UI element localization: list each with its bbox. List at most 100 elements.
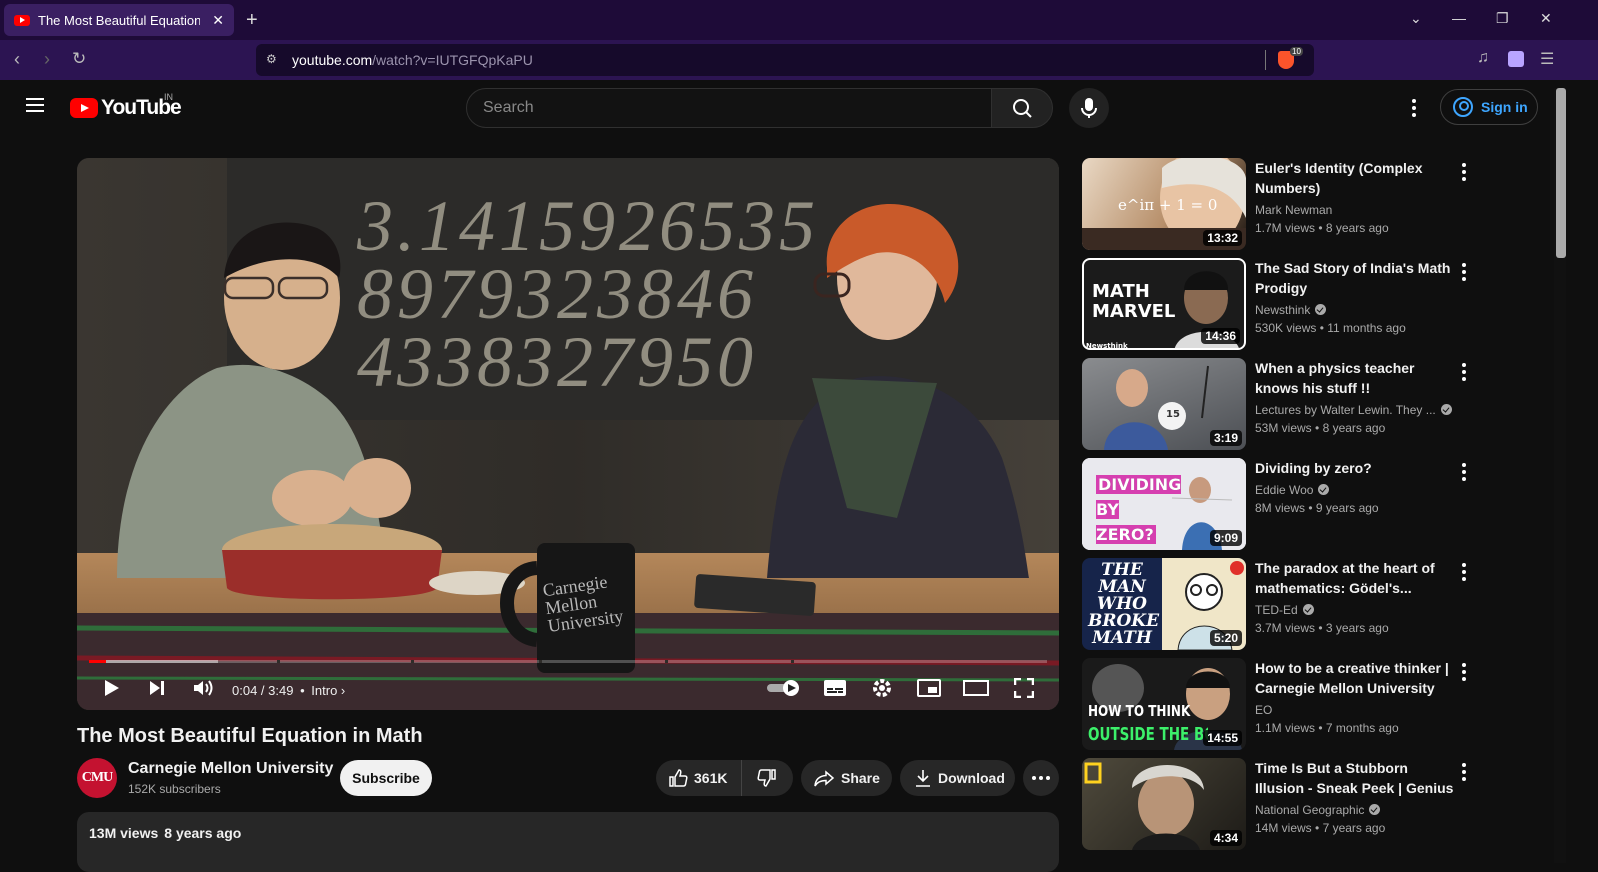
address-bar[interactable]: ⚙ youtube.com/watch?v=IUTGFQpKaPU 10 <box>256 44 1314 76</box>
recommendation-item[interactable]: HOW TO THINK OUTSIDE THE BOX 14:55 How t… <box>1082 658 1482 752</box>
autoplay-toggle[interactable] <box>767 674 803 702</box>
scrollbar-thumb[interactable] <box>1556 88 1566 258</box>
chapter-title[interactable]: Intro <box>311 683 337 698</box>
video-duration: 3:19 <box>1209 430 1242 446</box>
close-window-icon[interactable]: ✕ <box>1540 10 1552 27</box>
download-icon <box>916 770 930 787</box>
search-box[interactable] <box>466 88 992 128</box>
miniplayer-button[interactable] <box>916 674 942 702</box>
rec-channel: Eddie Woo <box>1255 483 1330 497</box>
more-vert-icon[interactable] <box>1458 562 1470 582</box>
video-thumbnail[interactable]: MATH MARVEL Newsthink 14:36 <box>1082 258 1246 350</box>
time-display: 0:04 / 3:49 • Intro › <box>232 683 346 698</box>
account-icon <box>1453 97 1473 117</box>
menu-icon[interactable] <box>26 98 44 112</box>
channel-avatar[interactable]: CMU <box>77 758 117 798</box>
share-button[interactable]: Share <box>801 760 892 796</box>
youtube-play-logo-icon <box>70 98 98 118</box>
maximize-icon[interactable]: ❐ <box>1496 10 1509 27</box>
recommendation-item[interactable]: MATH MARVEL Newsthink 14:36 The Sad Stor… <box>1082 258 1482 352</box>
sign-in-button[interactable]: Sign in <box>1440 89 1538 125</box>
recommendation-item[interactable]: 4:34 Time Is But a Stubborn Illusion - S… <box>1082 758 1482 852</box>
wallet-icon[interactable] <box>1508 51 1524 67</box>
more-vert-icon[interactable] <box>1458 762 1470 782</box>
page-scrollbar[interactable] <box>1554 88 1566 863</box>
rec-meta: 1.7M views • 8 years ago <box>1255 221 1389 235</box>
total-time: 3:49 <box>268 683 294 698</box>
voice-search-button[interactable] <box>1069 88 1109 128</box>
video-duration: 5:20 <box>1209 630 1242 646</box>
browser-tab-bar: The Most Beautiful Equation in ✕ + ⌄ — ❐… <box>0 0 1598 40</box>
description-meta: 13M views 8 years ago <box>89 825 247 841</box>
youtube-logo[interactable]: YouTube IN <box>70 92 182 120</box>
rec-meta: 53M views • 8 years ago <box>1255 421 1386 435</box>
rec-title: The paradox at the heart of mathematics:… <box>1255 560 1435 596</box>
more-vert-icon[interactable] <box>1458 662 1470 682</box>
video-thumbnail[interactable]: DIVIDING BY ZERO? 9:09 <box>1082 458 1246 550</box>
chapter-marker <box>539 660 542 663</box>
thumb-small-text: Newsthink <box>1086 342 1128 350</box>
browser-tab[interactable]: The Most Beautiful Equation in ✕ <box>4 4 234 36</box>
rec-title: When a physics teacher knows his stuff !… <box>1255 360 1415 396</box>
fullscreen-button[interactable] <box>1011 674 1037 702</box>
progress-bar[interactable] <box>89 660 1047 663</box>
reload-icon[interactable]: ↻ <box>72 49 86 69</box>
subscribe-button[interactable]: Subscribe <box>340 760 432 796</box>
video-thumbnail[interactable]: HOW TO THINK OUTSIDE THE BOX 14:55 <box>1082 658 1246 750</box>
dislike-button[interactable] <box>742 760 792 796</box>
recommendation-item[interactable]: e^iπ + 1 = 0 13:32 Euler's Identity (Com… <box>1082 158 1482 252</box>
settings-button[interactable] <box>869 674 895 702</box>
subtitles-button[interactable] <box>822 674 848 702</box>
next-button[interactable] <box>145 674 169 702</box>
rec-channel: National Geographic <box>1255 803 1381 817</box>
download-button[interactable]: Download <box>900 760 1015 796</box>
like-button[interactable]: 361K <box>656 760 742 796</box>
played-bar <box>89 660 107 663</box>
mug-text: Carnegie Mellon University <box>541 571 625 637</box>
rec-meta: 530K views • 11 months ago <box>1255 321 1406 335</box>
search-input[interactable] <box>467 89 991 127</box>
chapter-chevron-icon: › <box>340 683 346 698</box>
recommendation-item[interactable]: 15 3:19 When a physics teacher knows his… <box>1082 358 1482 452</box>
more-vert-icon[interactable] <box>1404 96 1424 120</box>
chapter-marker <box>411 660 414 663</box>
video-player[interactable]: 3.1415926535 8979323846 4338327950 Carne… <box>77 158 1059 710</box>
rec-title: Dividing by zero? <box>1255 460 1372 476</box>
playlist-icon[interactable]: ♫ <box>1477 49 1489 67</box>
more-actions-button[interactable] <box>1023 760 1059 796</box>
rec-title: Time Is But a Stubborn Illusion - Sneak … <box>1255 760 1454 796</box>
video-thumbnail[interactable]: 15 3:19 <box>1082 358 1246 450</box>
video-duration: 14:55 <box>1203 730 1242 746</box>
theater-mode-button[interactable] <box>963 674 989 702</box>
more-horiz-icon <box>1032 776 1050 780</box>
close-tab-icon[interactable]: ✕ <box>212 12 224 29</box>
thumb-text: e^iπ + 1 = 0 <box>1118 196 1218 214</box>
new-tab-button[interactable]: + <box>246 9 258 32</box>
rec-title: The Sad Story of India's Math Prodigy <box>1255 260 1451 296</box>
more-vert-icon[interactable] <box>1458 462 1470 482</box>
recommendation-item[interactable]: THE MAN WHO BROKE MATH 5:20 The paradox … <box>1082 558 1482 652</box>
more-vert-icon[interactable] <box>1458 362 1470 382</box>
mute-button[interactable] <box>191 674 217 702</box>
play-icon <box>105 680 119 696</box>
forward-icon[interactable]: › <box>44 49 50 70</box>
tab-search-chevron-icon[interactable]: ⌄ <box>1410 10 1422 27</box>
verified-icon <box>1315 304 1327 315</box>
more-vert-icon[interactable] <box>1458 162 1470 182</box>
recommendation-item[interactable]: DIVIDING BY ZERO? 9:09 Dividing by zero?… <box>1082 458 1482 552</box>
video-thumbnail[interactable]: 4:34 <box>1082 758 1246 850</box>
more-vert-icon[interactable] <box>1458 262 1470 282</box>
play-button[interactable] <box>99 674 123 702</box>
search-button[interactable] <box>991 88 1053 128</box>
video-thumbnail[interactable]: e^iπ + 1 = 0 13:32 <box>1082 158 1246 250</box>
tune-icon[interactable]: ⚙ <box>266 52 277 66</box>
mic-icon <box>1081 98 1097 118</box>
browser-menu-icon[interactable]: ☰ <box>1540 49 1554 69</box>
description-box[interactable]: 13M views 8 years ago <box>77 812 1059 872</box>
rec-meta: 3.7M views • 3 years ago <box>1255 621 1389 635</box>
video-thumbnail[interactable]: THE MAN WHO BROKE MATH 5:20 <box>1082 558 1246 650</box>
url-text: youtube.com/watch?v=IUTGFQpKaPU <box>292 52 533 68</box>
back-icon[interactable]: ‹ <box>14 49 20 70</box>
channel-name[interactable]: Carnegie Mellon University <box>128 760 333 778</box>
minimize-icon[interactable]: — <box>1452 10 1466 26</box>
